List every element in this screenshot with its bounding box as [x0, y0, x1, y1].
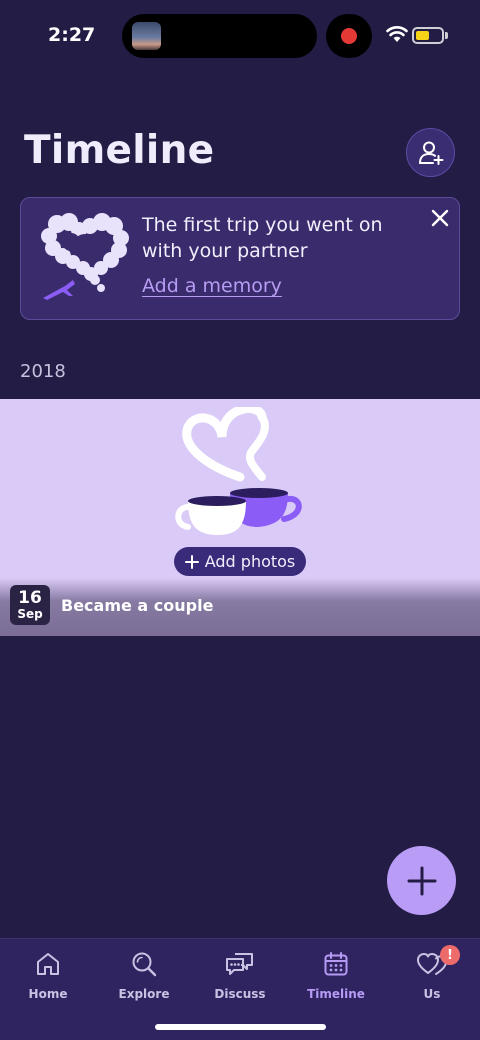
status-time: 2:27: [48, 24, 96, 46]
plus-icon: [184, 554, 199, 569]
search-icon: [132, 952, 157, 977]
tab-us-label: Us: [423, 987, 441, 1001]
notification-badge: !: [440, 945, 460, 965]
date-day: 16: [18, 588, 42, 608]
entry-title: Became a couple: [61, 596, 214, 615]
add-photos-button[interactable]: Add photos: [174, 547, 306, 576]
tab-home[interactable]: Home: [0, 949, 96, 1009]
memory-prompt-text: The first trip you went on with your par…: [142, 214, 383, 262]
plus-icon: [407, 866, 436, 895]
calendar-icon: [324, 952, 348, 976]
add-memory-link[interactable]: Add a memory: [142, 275, 282, 297]
chat-bubbles-icon: [226, 953, 253, 975]
record-dot-icon: [341, 28, 357, 44]
home-icon: [37, 953, 59, 975]
add-person-icon: [418, 141, 443, 165]
add-entry-fab[interactable]: [387, 846, 456, 915]
battery-level: [416, 31, 429, 40]
add-photos-label: Add photos: [204, 552, 296, 571]
dynamic-island: [122, 14, 317, 58]
battery-tip: [445, 32, 448, 39]
tab-us[interactable]: ! Us: [384, 945, 480, 1009]
coffee-cups-heart-illustration: [175, 407, 302, 535]
tab-discuss[interactable]: Discuss: [192, 949, 288, 1009]
add-partner-button[interactable]: [406, 128, 455, 177]
year-heading: 2018: [20, 361, 66, 382]
heart-cloud-airplane-illustration: [41, 213, 129, 300]
tab-explore[interactable]: Explore: [96, 949, 192, 1009]
date-badge: 16 Sep: [10, 585, 50, 625]
tab-explore-label: Explore: [118, 987, 170, 1001]
close-icon: [431, 209, 449, 227]
memory-prompt-card[interactable]: The first trip you went on with your par…: [20, 197, 460, 320]
tab-home-label: Home: [28, 987, 68, 1001]
close-button[interactable]: [429, 207, 451, 229]
island-thumbnail: [132, 22, 161, 50]
wifi-icon: [386, 26, 408, 42]
battery-icon: [412, 27, 444, 44]
recording-indicator: [326, 14, 372, 58]
date-month: Sep: [17, 607, 43, 621]
page-title: Timeline: [24, 128, 215, 173]
timeline-entry-card[interactable]: Add photos 16 Sep Became a couple: [0, 399, 480, 636]
tab-timeline[interactable]: Timeline: [288, 949, 384, 1009]
tab-discuss-label: Discuss: [214, 987, 266, 1001]
status-bar: 2:27: [0, 0, 480, 72]
tab-timeline-label: Timeline: [307, 987, 365, 1001]
home-indicator[interactable]: [155, 1024, 326, 1030]
